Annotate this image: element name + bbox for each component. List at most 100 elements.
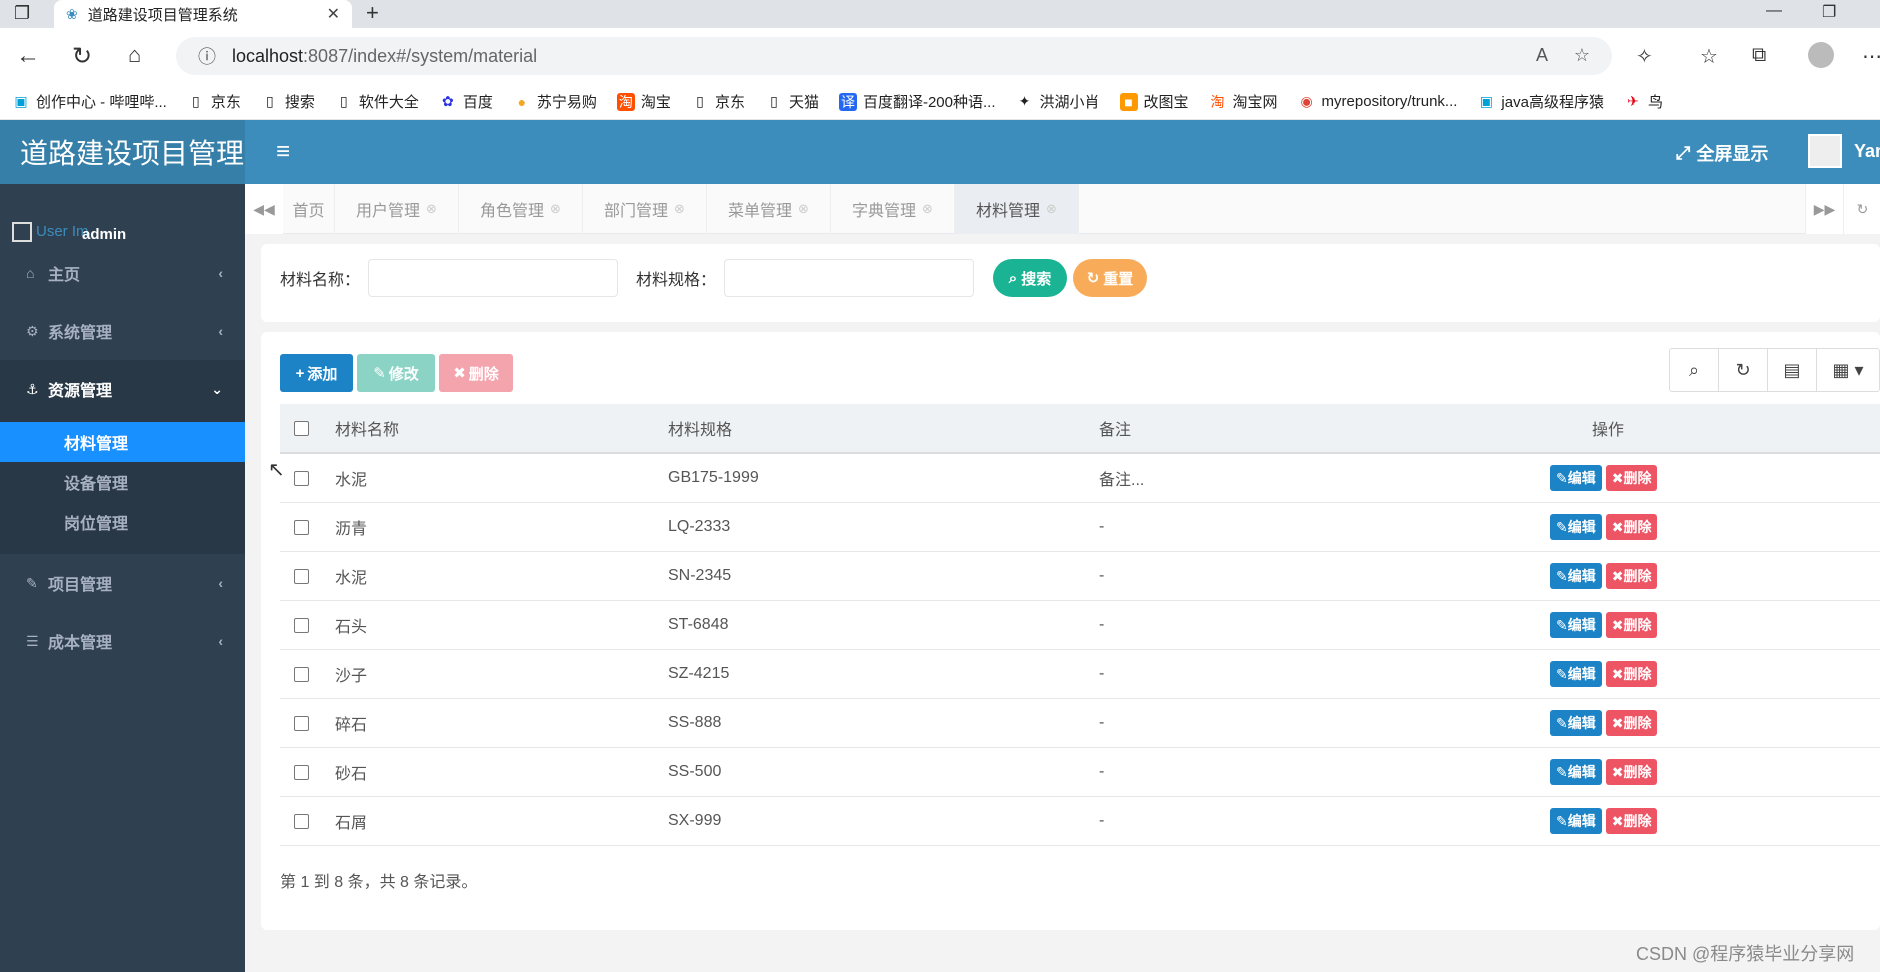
tab-menu[interactable]: 菜单管理 ⊗: [707, 184, 831, 234]
refresh-icon[interactable]: ↻: [1719, 349, 1768, 391]
new-tab-icon[interactable]: +: [366, 0, 379, 26]
favorites-icon[interactable]: ☆: [1700, 44, 1718, 69]
app-logo[interactable]: 道路建设项目管理: [0, 120, 245, 184]
row-edit-button[interactable]: ✎ 编辑: [1550, 563, 1602, 589]
submenu-item-position[interactable]: 岗位管理: [0, 502, 245, 542]
tab-material[interactable]: 材料管理 ⊗: [955, 184, 1079, 234]
close-icon[interactable]: ⊗: [426, 201, 437, 217]
bookmark-item[interactable]: ■ 改图宝: [1119, 91, 1189, 112]
search-icon[interactable]: ⌕: [1670, 349, 1719, 391]
column-header-remark[interactable]: 备注: [1099, 404, 1131, 452]
row-edit-button[interactable]: ✎ 编辑: [1550, 710, 1602, 736]
read-aloud-icon[interactable]: A: [1536, 45, 1548, 66]
sidebar-item-system[interactable]: ⚙ 系统管理 ‹: [0, 302, 245, 360]
bookmark-item[interactable]: ◉ myrepository/trunk...: [1298, 93, 1457, 111]
bookmark-item[interactable]: 淘淘宝: [616, 91, 671, 112]
tab-home[interactable]: 首页: [283, 184, 335, 234]
row-edit-button[interactable]: ✎ 编辑: [1550, 465, 1602, 491]
row-delete-button[interactable]: ✖ 删除: [1605, 808, 1658, 834]
tabs-scroll-right-icon[interactable]: ▶▶: [1805, 184, 1843, 234]
table-row[interactable]: 沙子 SZ-4215 - ✎ 编辑 ✖ 删除: [280, 650, 1880, 699]
profile-icon[interactable]: [1808, 42, 1834, 68]
bookmark-item[interactable]: ✦ 洪湖小肖: [1016, 91, 1100, 112]
bookmark-item[interactable]: ▯ 天猫: [765, 91, 819, 112]
browser-tab[interactable]: ❀ 道路建设项目管理系统 ✕: [54, 0, 352, 28]
minimize-icon[interactable]: —: [1766, 2, 1782, 20]
refresh-icon[interactable]: ↻: [72, 42, 92, 71]
material-name-input[interactable]: [368, 259, 618, 297]
user-menu[interactable]: Yan: [1808, 134, 1880, 168]
table-row[interactable]: 砂石 SS-500 - ✎ 编辑 ✖ 删除: [280, 748, 1880, 797]
edit-button[interactable]: ✎ 修改: [357, 354, 435, 392]
sidebar-item-cost[interactable]: ☰ 成本管理 ‹: [0, 612, 245, 670]
row-edit-button[interactable]: ✎ 编辑: [1550, 612, 1602, 638]
row-delete-button[interactable]: ✖ 删除: [1605, 563, 1658, 589]
bookmark-item[interactable]: ✿ 百度: [439, 91, 493, 112]
row-checkbox[interactable]: [294, 666, 309, 682]
select-all-checkbox[interactable]: [294, 420, 309, 436]
row-edit-button[interactable]: ✎ 编辑: [1550, 514, 1602, 540]
bookmark-item[interactable]: ● 苏宁易购: [513, 91, 597, 112]
close-icon[interactable]: ⊗: [1046, 201, 1057, 217]
sidebar-item-project[interactable]: ✎ 项目管理 ‹: [0, 554, 245, 612]
close-icon[interactable]: ⊗: [674, 201, 685, 217]
row-checkbox[interactable]: [294, 519, 309, 535]
home-icon[interactable]: ⌂: [128, 42, 141, 68]
bookmark-item[interactable]: ▣ 创作中心 - 哔哩哔...: [12, 91, 166, 112]
row-delete-button[interactable]: ✖ 删除: [1605, 612, 1658, 638]
toggle-view-icon[interactable]: ▤: [1768, 349, 1817, 391]
tabs-refresh-icon[interactable]: ↻: [1843, 184, 1880, 234]
sidebar-item-resources[interactable]: ⚓ 资源管理 ⌄: [0, 360, 245, 418]
bookmark-item[interactable]: 淘淘宝网: [1209, 91, 1278, 112]
row-delete-button[interactable]: ✖ 删除: [1605, 710, 1658, 736]
bookmark-item[interactable]: ▯ 软件大全: [335, 91, 419, 112]
row-edit-button[interactable]: ✎ 编辑: [1550, 661, 1602, 687]
table-row[interactable]: 水泥 SN-2345 - ✎ 编辑 ✖ 删除: [280, 552, 1880, 601]
tabs-scroll-left-icon[interactable]: ◀◀: [245, 184, 283, 234]
row-checkbox[interactable]: [294, 813, 309, 829]
row-checkbox[interactable]: [294, 568, 309, 584]
tab-dept[interactable]: 部门管理 ⊗: [583, 184, 707, 234]
bookmark-item[interactable]: ▯ 京东: [187, 91, 241, 112]
table-row[interactable]: 水泥 GB175-1999 备注... ✎ 编辑 ✖ 删除: [280, 454, 1880, 503]
submenu-item-material[interactable]: 材料管理: [0, 422, 245, 462]
site-info-icon[interactable]: ⓘ: [198, 43, 216, 69]
row-checkbox[interactable]: [294, 470, 309, 486]
close-icon[interactable]: ⊗: [922, 201, 933, 217]
material-spec-input[interactable]: [724, 259, 974, 297]
bookmark-item[interactable]: ▯ 京东: [691, 91, 745, 112]
bookmark-item[interactable]: 译百度翻译-200种语...: [838, 91, 996, 112]
table-row[interactable]: 沥青 LQ-2333 - ✎ 编辑 ✖ 删除: [280, 503, 1880, 552]
menu-toggle-icon[interactable]: ≡: [276, 138, 290, 166]
table-row[interactable]: 石屑 SX-999 - ✎ 编辑 ✖ 删除: [280, 797, 1880, 846]
reset-button[interactable]: ↻ 重置: [1073, 259, 1147, 297]
add-button[interactable]: + 添加: [280, 354, 353, 392]
url-field[interactable]: ⓘ localhost:8087/index#/system/material …: [176, 37, 1612, 75]
bookmark-item[interactable]: ✈ 鸟: [1624, 91, 1663, 112]
more-icon[interactable]: ⋯: [1862, 44, 1880, 69]
tab-user[interactable]: 用户管理 ⊗: [335, 184, 459, 234]
tab-actions-icon[interactable]: ❐: [14, 3, 30, 24]
tab-role[interactable]: 角色管理 ⊗: [459, 184, 583, 234]
sidebar-item-home[interactable]: ⌂ 主页 ‹: [0, 244, 245, 302]
row-checkbox[interactable]: [294, 617, 309, 633]
submenu-item-equipment[interactable]: 设备管理: [0, 462, 245, 502]
bookmark-item[interactable]: ▣ java高级程序猿: [1477, 91, 1604, 112]
row-delete-button[interactable]: ✖ 删除: [1605, 759, 1658, 785]
tab-dict[interactable]: 字典管理 ⊗: [831, 184, 955, 234]
delete-button[interactable]: ✖ 删除: [439, 354, 513, 392]
close-icon[interactable]: ⊗: [798, 201, 809, 217]
collections-icon[interactable]: ⧉: [1752, 44, 1766, 67]
row-checkbox[interactable]: [294, 764, 309, 780]
close-tab-icon[interactable]: ✕: [327, 4, 340, 24]
extensions-icon[interactable]: ✧: [1636, 44, 1653, 69]
row-checkbox[interactable]: [294, 715, 309, 731]
column-header-spec[interactable]: 材料规格: [668, 404, 732, 452]
bookmark-item[interactable]: ▯ 搜索: [261, 91, 315, 112]
close-icon[interactable]: ⊗: [550, 201, 561, 217]
row-delete-button[interactable]: ✖ 删除: [1605, 514, 1658, 540]
column-header-name[interactable]: 材料名称: [335, 404, 399, 452]
back-icon[interactable]: ←: [16, 42, 40, 70]
row-edit-button[interactable]: ✎ 编辑: [1550, 759, 1602, 785]
restore-icon[interactable]: ❐: [1822, 2, 1836, 22]
